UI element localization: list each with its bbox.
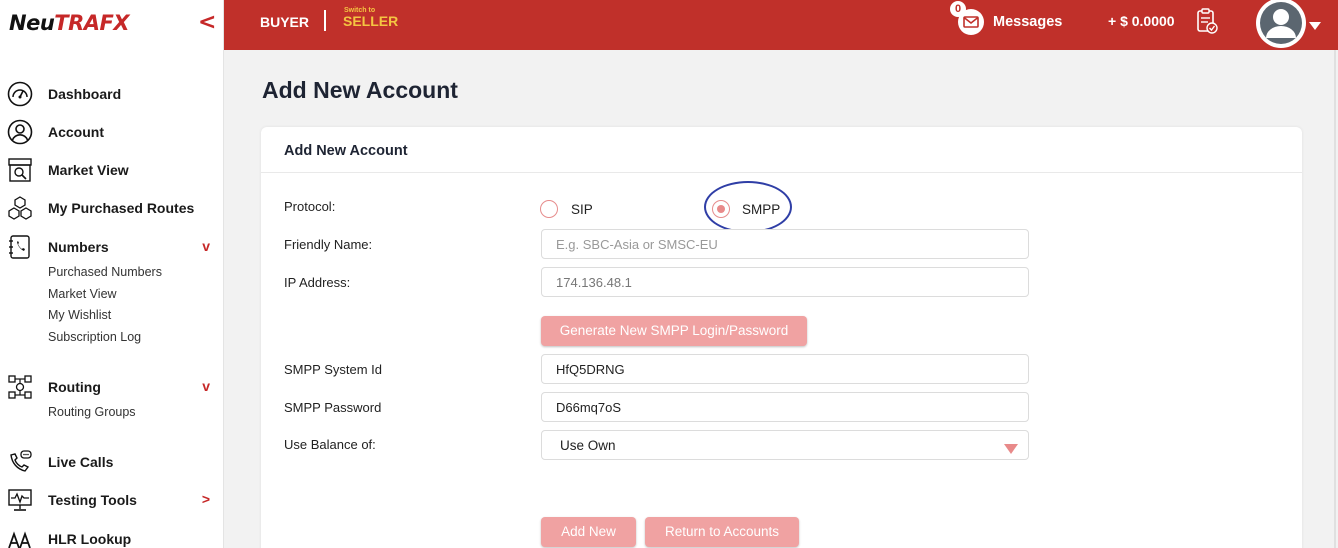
sidebar-item-label: Account	[48, 124, 104, 140]
sidebar-subitem-purchased-numbers[interactable]: Purchased Numbers	[48, 265, 162, 279]
smpp-password-input[interactable]	[541, 392, 1029, 422]
generate-smpp-credentials-button[interactable]: Generate New SMPP Login/Password	[541, 316, 807, 346]
highlight-annotation	[704, 181, 792, 233]
use-balance-select[interactable]: Use Own	[541, 430, 1029, 460]
hlr-icon	[6, 525, 34, 548]
sidebar-subitem-subscription-log[interactable]: Subscription Log	[48, 330, 141, 344]
sidebar-item-dashboard[interactable]: Dashboard	[6, 80, 216, 108]
sidebar-item-my-purchased-routes[interactable]: My Purchased Routes	[6, 194, 216, 222]
buyer-mode-link[interactable]: BUYER	[260, 14, 309, 30]
protocol-label: Protocol:	[284, 199, 336, 214]
ip-address-label: IP Address:	[284, 275, 351, 290]
sidebar-item-label: Live Calls	[48, 454, 114, 470]
add-new-button[interactable]: Add New	[541, 517, 636, 547]
sidebar-item-label: Routing	[48, 379, 101, 395]
caret-down-icon[interactable]	[1309, 17, 1321, 35]
network-icon	[6, 373, 34, 401]
sidebar-item-hlr-lookup[interactable]: HLR Lookup	[6, 525, 216, 548]
protocol-sip-radio[interactable]	[540, 200, 558, 218]
messages-button[interactable]: 0 Messages	[950, 1, 1067, 38]
card-title: Add New Account	[284, 143, 408, 159]
ip-address-input[interactable]	[541, 267, 1029, 297]
smpp-system-id-label: SMPP System Id	[284, 362, 383, 377]
page-title: Add New Account	[262, 77, 458, 103]
sidebar-item-label: Testing Tools	[48, 492, 137, 508]
sidebar-item-label: Numbers	[48, 239, 109, 255]
speedometer-icon	[6, 80, 34, 108]
user-avatar-icon	[1257, 0, 1305, 47]
sidebar-item-label: My Purchased Routes	[48, 200, 195, 216]
sidebar-subitem-routing-groups[interactable]: Routing Groups	[48, 405, 136, 419]
chevron-down-icon[interactable]: v	[202, 378, 210, 394]
top-bar: BUYER Switch to SELLER 0 Messages + $ 0.…	[224, 0, 1338, 50]
sidebar-item-market-view[interactable]: Market View	[6, 156, 216, 184]
messages-label: Messages	[993, 14, 1063, 30]
smpp-system-id-input[interactable]	[541, 354, 1029, 384]
invoice-check-icon[interactable]	[1195, 8, 1219, 39]
chevron-right-icon[interactable]: >	[202, 491, 210, 507]
sidebar-item-account[interactable]: Account	[6, 118, 216, 146]
avatar[interactable]	[1256, 0, 1306, 48]
user-circle-icon	[6, 118, 34, 146]
sidebar-item-live-calls[interactable]: Live Calls	[6, 448, 216, 476]
sidebar-item-label: Dashboard	[48, 86, 122, 102]
sidebar-item-label: HLR Lookup	[48, 531, 132, 547]
sidebar-item-testing-tools[interactable]: Testing Tools >	[6, 486, 216, 514]
add-account-card: Add New Account Protocol: SIP SMPP Frien…	[261, 127, 1302, 548]
switch-to-seller-link[interactable]: SELLER	[343, 13, 398, 29]
sidebar-item-numbers[interactable]: Numbers v	[6, 233, 216, 261]
sidebar-subitem-market-view[interactable]: Market View	[48, 287, 117, 301]
friendly-name-input[interactable]	[541, 229, 1029, 259]
phonebook-icon	[6, 233, 34, 261]
brand-logo[interactable]: NeuTRAFX	[9, 11, 130, 35]
store-search-icon	[6, 156, 34, 184]
sidebar-collapse-button[interactable]: <	[198, 10, 216, 35]
sidebar-item-label: Market View	[48, 162, 129, 178]
smpp-password-label: SMPP Password	[284, 400, 382, 415]
card-header: Add New Account	[261, 127, 1302, 173]
sidebar-subitem-my-wishlist[interactable]: My Wishlist	[48, 308, 111, 322]
use-balance-value: Use Own	[560, 438, 616, 453]
sidebar-item-routing[interactable]: Routing v	[6, 373, 216, 401]
caret-down-icon	[1004, 441, 1018, 459]
sidebar: NeuTRAFX < Dashboard Account Market View…	[0, 0, 224, 548]
balance-display: + $ 0.0000	[1108, 13, 1175, 29]
messages-count-badge: 0	[950, 1, 966, 17]
phone-chat-icon	[6, 448, 34, 476]
return-to-accounts-button[interactable]: Return to Accounts	[645, 517, 799, 547]
chevron-down-icon[interactable]: v	[202, 238, 210, 254]
monitor-pulse-icon	[6, 486, 34, 514]
divider	[324, 10, 326, 31]
use-balance-label: Use Balance of:	[284, 437, 376, 452]
boxes-icon	[6, 194, 34, 222]
friendly-name-label: Friendly Name:	[284, 237, 373, 252]
protocol-sip-label[interactable]: SIP	[571, 202, 593, 217]
scrollbar[interactable]	[1334, 50, 1336, 548]
